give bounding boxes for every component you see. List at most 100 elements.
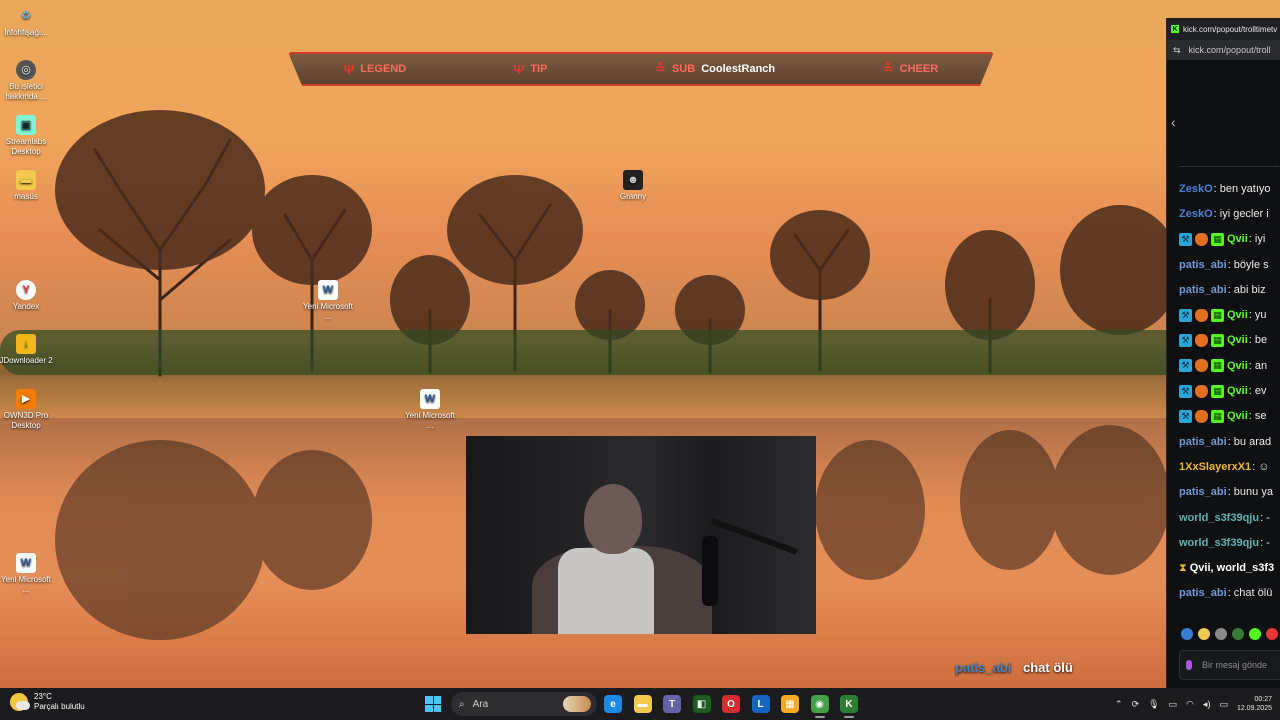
chat-username[interactable]: patis_abi <box>1179 284 1227 296</box>
chat-username[interactable]: patis_abi <box>1179 587 1227 599</box>
desktop-icon-label: Bu işletici hakkında ... <box>5 82 47 101</box>
browser-titlebar[interactable]: K kick.com/popout/trolltimetv <box>1167 18 1280 40</box>
chat-message[interactable]: 1XxSlayerxX1: ☺ <box>1179 454 1280 479</box>
partly-cloudy-icon <box>10 693 30 711</box>
chevron-up-icon[interactable]: ⌃ <box>1115 699 1123 710</box>
monitor-icon[interactable]: ▭ <box>1169 699 1178 710</box>
chat-text: : iyi <box>1248 233 1266 246</box>
taskbar-app-app-blue[interactable]: L <box>751 695 770 713</box>
browser-chat-popout[interactable]: K kick.com/popout/trolltimetv ⇆ kick.com… <box>1166 18 1280 688</box>
gift-badge-icon: ▦ <box>1211 333 1224 347</box>
site-settings-icon[interactable]: ⇆ <box>1173 45 1181 56</box>
chat-username[interactable]: Qvii <box>1227 385 1248 397</box>
emote-icon[interactable] <box>1181 628 1193 640</box>
shield-badge-icon <box>1195 232 1208 246</box>
emote-icon[interactable] <box>1215 628 1227 640</box>
chat-input[interactable]: Bir mesaj gönde <box>1179 650 1280 680</box>
desktop-icon-word-doc[interactable]: W Yeni Microsoft ... <box>0 553 54 595</box>
desktop-icon-label: Yeni Microsoft ... <box>405 411 455 430</box>
active-app-indicator <box>814 716 825 718</box>
chat-message[interactable]: world_s3f39qju: - <box>1179 530 1280 555</box>
chat-message[interactable]: patis_abi: böyle s <box>1179 252 1280 277</box>
weather-description: Parçalı bulutlu <box>34 702 85 711</box>
chat-message-list[interactable]: ZeskO: ben yatıyo ZeskO: iyi gecler i ⚒ ▦ Qv… <box>1179 176 1280 606</box>
jdownloader-icon: ↓ <box>16 334 36 354</box>
chat-message[interactable]: ⚒ ▦ Qvii: be <box>1179 328 1280 353</box>
taskbar-app-opera[interactable]: O <box>722 695 740 713</box>
emote-icon[interactable] <box>1198 628 1210 640</box>
chat-username[interactable]: 1XxSlayerxX1 <box>1179 461 1251 473</box>
chat-message[interactable]: patis_abi: bunu ya <box>1179 480 1280 505</box>
taskbar-app-chrome[interactable]: ◉ <box>810 695 829 713</box>
chat-username[interactable]: patis_abi <box>1179 436 1227 448</box>
chat-message[interactable]: ZeskO: iyi gecler i <box>1179 201 1280 226</box>
taskbar-app-app-green[interactable]: ◧ <box>692 695 711 713</box>
desktop-icon-own3d[interactable]: ▶ OWN3D Pro Desktop <box>0 389 54 431</box>
chat-message[interactable]: ⚒ ▦ Qvii: an <box>1179 353 1280 378</box>
taskbar-app-teams[interactable]: T <box>663 695 681 713</box>
chat-username[interactable]: world_s3f39qju <box>1179 537 1259 549</box>
chat-username[interactable]: Qvii <box>1227 309 1248 321</box>
chat-username[interactable]: Qvii <box>1227 233 1248 245</box>
volume-icon[interactable]: ◂) <box>1203 699 1211 710</box>
chat-text: : yu <box>1248 309 1267 322</box>
sync-icon[interactable]: ⟳ <box>1132 699 1140 710</box>
wifi-icon[interactable]: ◠ <box>1186 699 1194 710</box>
chat-message[interactable]: ⚒ ▦ Qvii: ev <box>1179 378 1280 403</box>
chat-username[interactable]: ZeskO <box>1179 183 1213 195</box>
chat-username[interactable]: Qvii <box>1227 410 1248 422</box>
chat-message[interactable]: ⧗ Qvii, world_s3f3 <box>1179 555 1280 580</box>
banner-label: CHEER <box>899 63 939 75</box>
emote-icon[interactable] <box>1249 628 1261 640</box>
desktop-icon-recycle-bin[interactable]: ♻ İnfohfişağı... <box>0 6 54 38</box>
chat-message[interactable]: ⚒ ▦ Qvii: se <box>1179 404 1280 429</box>
desktop-icon-word-doc[interactable]: W Yeni Microsoft ... <box>402 389 458 431</box>
desktop-icon-folder[interactable]: ▬ masüs <box>0 170 54 202</box>
desktop-icon-granny[interactable]: ☻ Granny <box>605 170 661 202</box>
chat-username[interactable]: Qvii <box>1227 334 1248 346</box>
trident-icon: Ψ <box>343 61 355 77</box>
taskbar-app-edge[interactable]: e <box>604 695 622 713</box>
chat-message[interactable]: world_s3f39qju: - <box>1179 505 1280 530</box>
chat-text: : bu arad <box>1227 435 1272 448</box>
weather-widget[interactable]: 23°C Parçalı bulutlu <box>10 692 85 712</box>
microphone-icon[interactable]: 🎙 <box>1148 699 1159 710</box>
desktop-icon-yandex[interactable]: Y Yandex <box>0 280 54 312</box>
taskbar-app-file-explorer[interactable]: ▬ <box>633 695 652 713</box>
chevron-left-icon[interactable]: ‹ <box>1171 114 1176 130</box>
chat-message[interactable]: patis_abi: chat ölü <box>1179 581 1280 606</box>
desktop-icon-jdownloader[interactable]: ↓ JDownloader 2 <box>0 334 54 366</box>
system-tray[interactable]: ⌃ ⟳ 🎙 ▭ ◠ ◂) ▭ 00:27 12.09.2025 <box>1115 688 1272 720</box>
desktop-icon-label: Yeni Microsoft ... <box>303 302 353 321</box>
chat-username[interactable]: patis_abi <box>1179 259 1227 271</box>
chat-message[interactable]: ⚒ ▦ Qvii: yu <box>1179 302 1280 327</box>
emote-icon[interactable] <box>1232 628 1244 640</box>
chat-username[interactable]: Qvii, world_s3f3 <box>1190 562 1274 574</box>
desktop-icon-about[interactable]: ◎ Bu işletici hakkında ... <box>0 60 54 102</box>
emote-icon[interactable] <box>1266 628 1278 640</box>
battery-icon[interactable]: ▭ <box>1219 699 1228 710</box>
microphone-icon[interactable] <box>1186 660 1192 670</box>
address-bar[interactable]: ⇆ kick.com/popout/troll <box>1167 40 1280 60</box>
chat-username[interactable]: patis_abi <box>1179 486 1227 498</box>
chat-message[interactable]: ZeskO: ben yatıyo <box>1179 176 1280 201</box>
desktop-icon-streamlabs[interactable]: ▣ Streamlabs Desktop <box>0 115 54 157</box>
chat-message[interactable]: patis_abi: abi biz <box>1179 277 1280 302</box>
chat-username[interactable]: Qvii <box>1227 360 1248 372</box>
taskbar-search[interactable]: ⌕ Ara <box>451 692 597 716</box>
taskbar-app-folder-app[interactable]: ▦ <box>781 695 799 713</box>
desktop-icon-word-doc[interactable]: W Yeni Microsoft ... <box>300 280 356 322</box>
chat-username[interactable]: world_s3f39qju <box>1179 512 1259 524</box>
chat-message[interactable]: patis_abi: bu arad <box>1179 429 1280 454</box>
clock[interactable]: 00:27 12.09.2025 <box>1237 695 1272 713</box>
banner-label: SUB <box>671 63 696 75</box>
gift-badge-icon: ▦ <box>1211 384 1224 398</box>
gift-badge-icon: ▦ <box>1211 359 1224 373</box>
chat-message[interactable]: ⚒ ▦ Qvii: iyi <box>1179 227 1280 252</box>
emote-bar[interactable] <box>1181 628 1278 640</box>
taskbar-app-kick[interactable]: K <box>840 695 858 713</box>
chat-username[interactable]: ZeskO <box>1179 208 1213 220</box>
chat-text: : böyle s <box>1227 258 1269 271</box>
webcam-person-shirt <box>558 548 654 634</box>
start-button[interactable] <box>425 696 441 712</box>
